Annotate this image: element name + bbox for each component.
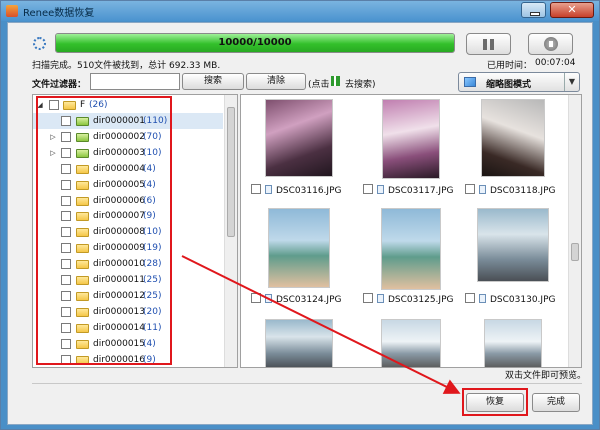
annotation-arrow [181,255,461,394]
arrow-line [181,255,461,394]
